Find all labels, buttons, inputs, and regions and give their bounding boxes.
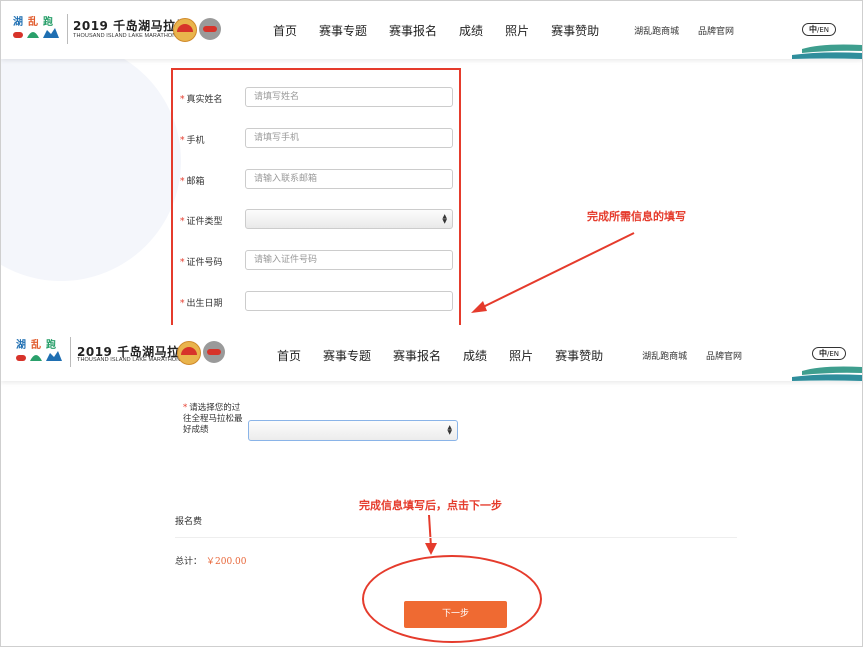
- annotation-arrow-icon: [471, 232, 635, 313]
- total-label: 总计：: [175, 557, 203, 567]
- screenshot-frame: 湖 乱 跑 2019 千岛湖马拉松 THOUSAND ISLAND LAKE M…: [0, 0, 863, 647]
- fee-divider: [175, 537, 737, 538]
- top-panel: 湖 乱 跑 2019 千岛湖马拉松 THOUSAND ISLAND LAKE M…: [1, 1, 862, 325]
- next-step-button[interactable]: 下一步: [404, 601, 507, 628]
- total-amount: ￥200.00: [206, 557, 247, 567]
- bottom-panel: 湖 乱 跑 2019 千岛湖马拉松 THOUSAND ISLAND LAKE M…: [1, 325, 862, 646]
- fee-total: 总计： ￥200.00: [175, 554, 247, 567]
- fee-title: 报名费: [175, 517, 203, 527]
- annotation-circle: [362, 555, 542, 643]
